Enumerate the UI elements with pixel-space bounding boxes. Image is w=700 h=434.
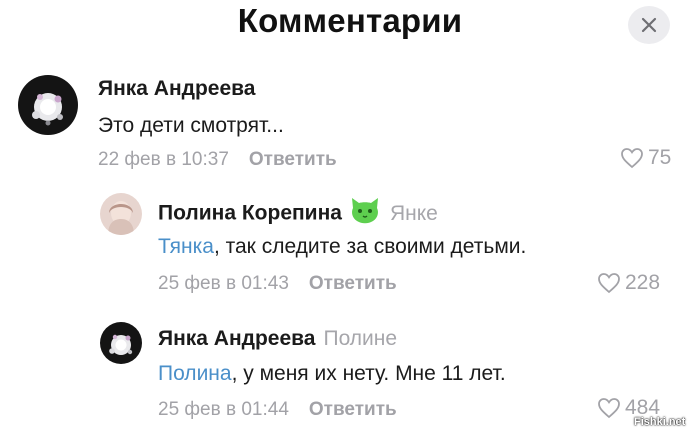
reply-to-label[interactable]: Полине [323, 327, 397, 350]
likes-count: 75 [648, 146, 672, 169]
comment-author: Полина Корепина Янке [158, 198, 438, 230]
comment-date: 22 фев в 10:37 [98, 149, 229, 170]
comment-text: Тянка, так следите за своими детьми. [158, 235, 526, 259]
reply-button[interactable]: Ответить [309, 399, 397, 420]
reply-button[interactable]: Ответить [309, 273, 397, 294]
watermark: Fishki.net [634, 416, 686, 428]
comment-meta: 22 фев в 10:37 Ответить [98, 149, 337, 171]
like-button[interactable]: 228 [597, 271, 660, 295]
comment-body: , так следите за своими детьми. [213, 235, 527, 258]
comment-author[interactable]: Янка Андреева [98, 77, 255, 101]
like-button[interactable]: 75 [620, 146, 671, 170]
author-name[interactable]: Янка Андреева [158, 327, 315, 350]
avatar[interactable] [100, 322, 142, 364]
comments-panel: Комментарии Янка Андреева Это дети смотр… [0, 0, 700, 434]
reply-to-label[interactable]: Янке [390, 202, 438, 225]
comment-date: 25 фев в 01:44 [158, 399, 289, 420]
comment-meta: 25 фев в 01:44 Ответить [158, 399, 397, 421]
likes-count: 228 [625, 271, 661, 294]
comment-body: , у меня их нету. Мне 11 лет. [231, 362, 506, 385]
close-icon [641, 17, 657, 33]
comment-text: Это дети смотрят... [98, 114, 284, 137]
page-title: Комментарии [237, 2, 463, 39]
close-button[interactable] [628, 6, 670, 44]
heart-outline-icon [620, 147, 644, 169]
avatar[interactable] [18, 75, 78, 135]
comment-text: Полина, у меня их нету. Мне 11 лет. [158, 362, 506, 386]
reply-button[interactable]: Ответить [249, 149, 337, 170]
avatar[interactable] [100, 193, 142, 235]
heart-outline-icon [597, 272, 621, 294]
mention-link[interactable]: Тянка [158, 235, 214, 258]
comment-date: 25 фев в 01:43 [158, 273, 289, 294]
comment-author: Янка Андреева Полине [158, 327, 397, 351]
green-cat-icon [348, 194, 382, 230]
heart-outline-icon [597, 397, 621, 419]
comment-meta: 25 фев в 01:43 Ответить [158, 273, 397, 295]
author-name[interactable]: Полина Корепина [158, 202, 342, 225]
mention-link[interactable]: Полина [158, 362, 232, 385]
